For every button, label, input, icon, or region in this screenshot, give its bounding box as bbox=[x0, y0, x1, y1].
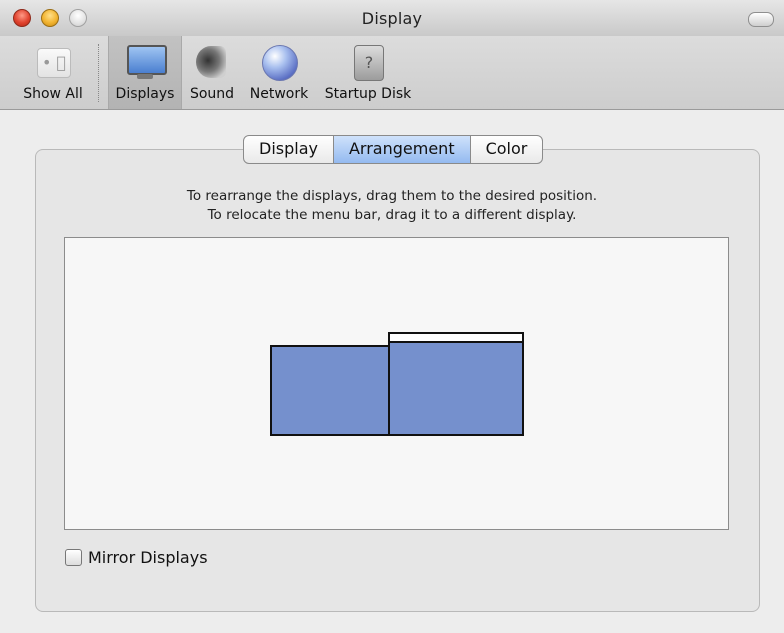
tab-bar: Display Arrangement Color bbox=[243, 135, 544, 164]
display-left[interactable] bbox=[270, 345, 391, 436]
mirror-displays-checkbox[interactable] bbox=[65, 549, 82, 566]
mirror-displays-option[interactable]: Mirror Displays bbox=[65, 548, 208, 567]
menu-bar-handle[interactable] bbox=[388, 332, 524, 343]
show-all-label: Show All bbox=[23, 86, 83, 102]
instruction-text-1: To rearrange the displays, drag them to … bbox=[186, 188, 598, 204]
network-label: Network bbox=[249, 86, 309, 102]
monitor-icon bbox=[127, 45, 167, 75]
display-right[interactable] bbox=[388, 341, 524, 436]
instruction-text-2: To relocate the menu bar, drag it to a d… bbox=[207, 207, 577, 223]
toolbar-separator bbox=[98, 44, 99, 102]
sound-label: Sound bbox=[189, 86, 235, 102]
apple-logo-icon: •  bbox=[37, 48, 71, 78]
speaker-icon bbox=[196, 46, 226, 78]
startup-disk-button[interactable]: ? Startup Disk bbox=[318, 42, 418, 102]
displays-label: Displays bbox=[115, 86, 175, 102]
displays-button[interactable]: Displays bbox=[108, 36, 182, 109]
sound-button[interactable]: Sound bbox=[184, 42, 240, 102]
tab-arrangement[interactable]: Arrangement bbox=[333, 136, 471, 163]
globe-icon bbox=[262, 45, 298, 81]
tab-color[interactable]: Color bbox=[471, 136, 543, 163]
title-bar[interactable]: Display bbox=[0, 0, 784, 36]
startup-disk-label: Startup Disk bbox=[324, 86, 412, 102]
window-title: Display bbox=[361, 9, 423, 28]
network-button[interactable]: Network bbox=[244, 42, 314, 102]
hard-disk-icon: ? bbox=[354, 45, 384, 81]
mirror-displays-label: Mirror Displays bbox=[88, 548, 208, 567]
system-preferences-window: Display •  Show All Displays Sound Netw… bbox=[0, 0, 784, 633]
tab-display[interactable]: Display bbox=[244, 136, 334, 163]
toolbar-toggle-button[interactable] bbox=[748, 12, 774, 27]
toolbar: •  Show All Displays Sound Network ? St… bbox=[0, 36, 784, 110]
arrangement-area bbox=[64, 237, 729, 530]
show-all-button[interactable]: •  Show All bbox=[16, 42, 90, 102]
